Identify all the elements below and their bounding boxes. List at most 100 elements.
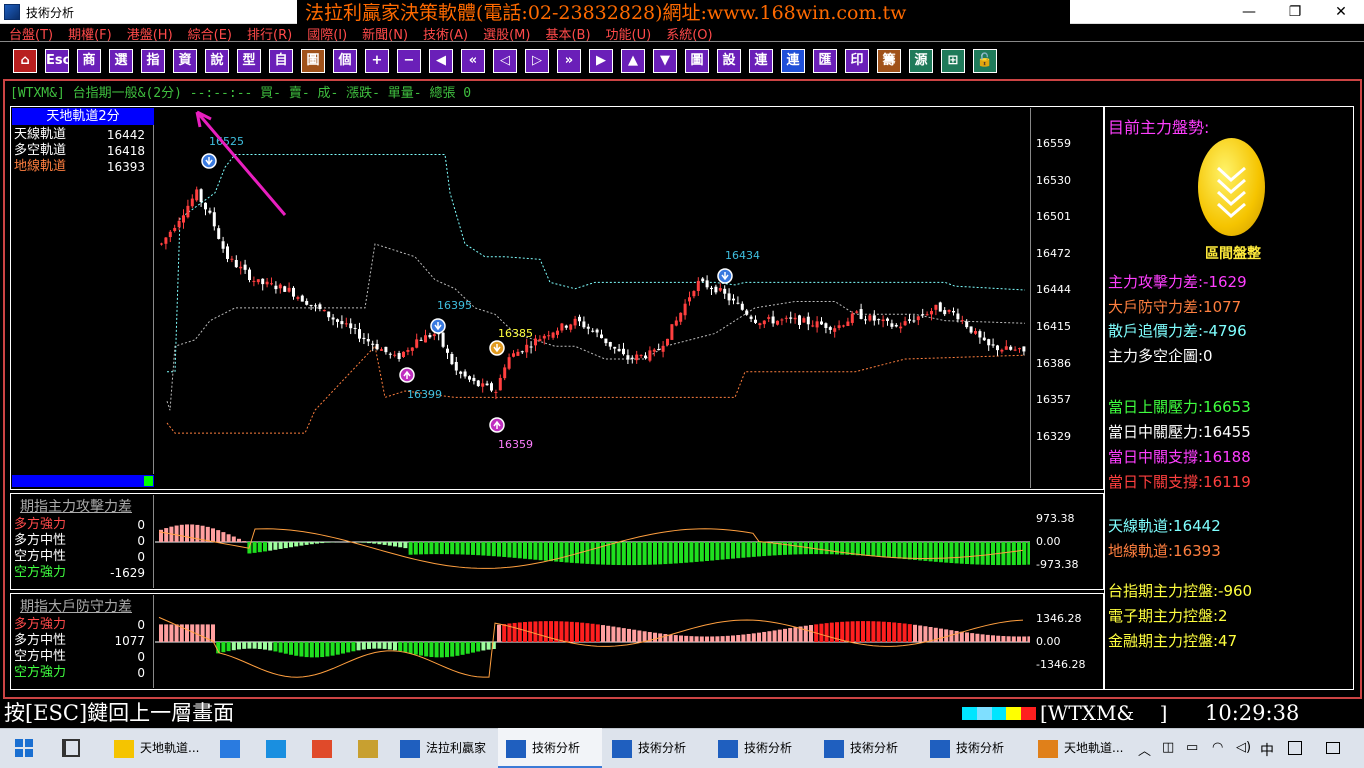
- tray-wifi-icon[interactable]: ◠: [1212, 740, 1223, 755]
- toolbar-button-11[interactable]: +: [365, 49, 389, 73]
- tray-battery-icon[interactable]: ▭: [1186, 740, 1198, 755]
- sub2-bar: [642, 631, 647, 642]
- candlestick: [353, 323, 357, 335]
- banner-text: 法拉利贏家決策軟體(電話:02-23832828)網址:www.168win.c…: [297, 0, 1070, 26]
- sub1-bar: [231, 536, 236, 542]
- stat-row-9: 地線軌道:16393: [1108, 542, 1221, 560]
- tray-chevron-icon[interactable]: ︿: [1138, 740, 1151, 759]
- minimize-button[interactable]: —: [1226, 0, 1272, 24]
- candlestick: [626, 349, 630, 365]
- s6-label: 16434: [725, 249, 760, 262]
- toolbar-button-16[interactable]: ▷: [525, 49, 549, 73]
- toolbar-button-5[interactable]: 資: [173, 49, 197, 73]
- s3-label: 16385: [498, 327, 533, 340]
- toolbar-button-12[interactable]: −: [397, 49, 421, 73]
- toolbar-button-9[interactable]: 圖: [301, 49, 325, 73]
- toolbar-button-10[interactable]: 個: [333, 49, 357, 73]
- sub2-bar: [315, 642, 319, 658]
- taskbar-item-0[interactable]: 天地軌道...: [106, 728, 212, 768]
- taskbar-item-6[interactable]: 技術分析: [498, 728, 602, 768]
- toolbar-button-4[interactable]: 指: [141, 49, 165, 73]
- toolbar-button-3[interactable]: 選: [109, 49, 133, 73]
- toolbar-button-6[interactable]: 說: [205, 49, 229, 73]
- taskbar-item-3[interactable]: [304, 728, 344, 768]
- candlestick: [1018, 347, 1021, 353]
- toolbar-button-14[interactable]: «: [461, 49, 485, 73]
- task-view-icon[interactable]: [62, 739, 80, 757]
- sub2-bar: [517, 622, 522, 642]
- toolbar-button-28[interactable]: 源: [909, 49, 933, 73]
- candlestick: [248, 267, 251, 283]
- sub1-bar: [445, 542, 449, 555]
- sub1-bar: [403, 542, 408, 549]
- candlestick: [806, 312, 810, 331]
- toolbar-button-7[interactable]: 型: [237, 49, 261, 73]
- toolbar-button-29[interactable]: ⊞: [941, 49, 965, 73]
- sub2-bar: [939, 628, 943, 642]
- sub1-bar: [179, 524, 184, 542]
- sub1-bar: [450, 542, 455, 555]
- windows-start-icon[interactable]: [14, 738, 34, 758]
- app-icon: [312, 739, 332, 758]
- indicator-title[interactable]: 天地軌道2分: [12, 108, 154, 125]
- toolbar-button-20[interactable]: ▼: [653, 49, 677, 73]
- sub2-bar: [569, 621, 574, 642]
- toolbar-button-18[interactable]: ▶: [589, 49, 613, 73]
- toolbar-button-23[interactable]: 連: [749, 49, 773, 73]
- toolbar-button-8[interactable]: 自: [269, 49, 293, 73]
- tray-volume-icon[interactable]: ◁): [1236, 740, 1251, 755]
- candlestick: [758, 322, 762, 329]
- candlestick: [886, 317, 889, 326]
- toolbar-button-25[interactable]: 匯: [813, 49, 837, 73]
- sub1-bar: [278, 542, 283, 549]
- toolbar-button-26[interactable]: 印: [845, 49, 869, 73]
- sub2-bar: [741, 634, 746, 642]
- scrollbar-thumb[interactable]: [144, 476, 153, 486]
- toolbar-button-17[interactable]: »: [557, 49, 581, 73]
- sub2-bar: [200, 624, 205, 642]
- legend-value-0: 16442: [106, 128, 145, 142]
- taskbar-label: 技術分析: [956, 741, 1005, 755]
- taskbar-item-4[interactable]: [350, 728, 390, 768]
- taskbar-item-9[interactable]: 技術分析: [816, 728, 920, 768]
- candlestick: [490, 381, 493, 393]
- sub2-bar: [174, 624, 179, 642]
- sub1-bar: [289, 542, 293, 548]
- toolbar-button-0[interactable]: ⌂: [13, 49, 37, 73]
- chart-scrollbar[interactable]: [12, 475, 154, 487]
- toolbar-button-30[interactable]: 🔓: [973, 49, 997, 73]
- taskbar-item-8[interactable]: 技術分析: [710, 728, 814, 768]
- toolbar-button-13[interactable]: ◀: [429, 49, 453, 73]
- toolbar-button-2[interactable]: 商: [77, 49, 101, 73]
- restore-button[interactable]: ❐: [1272, 0, 1318, 24]
- toolbar-button-27[interactable]: 籌: [877, 49, 901, 73]
- sub2-bar: [278, 642, 283, 653]
- candlestick-chart[interactable]: 165251639516385163991635916434: [155, 107, 1030, 477]
- taskbar-item-5[interactable]: 法拉利贏家: [392, 728, 496, 768]
- sub1-label-0: 多方強力: [14, 517, 67, 532]
- toolbar-button-19[interactable]: ▲: [621, 49, 645, 73]
- notification-icon[interactable]: [1326, 742, 1340, 754]
- toolbar-button-21[interactable]: 圖: [685, 49, 709, 73]
- taskbar-item-10[interactable]: 技術分析: [922, 728, 1026, 768]
- taskbar-item-1[interactable]: [212, 728, 252, 768]
- sub1-bar: [263, 542, 267, 552]
- sub2-bar: [1011, 636, 1016, 642]
- ime-indicator[interactable]: 中: [1260, 740, 1274, 760]
- sub2-bar: [668, 634, 673, 642]
- tray-input-icon[interactable]: [1288, 741, 1302, 755]
- tray-device-icon[interactable]: ◫: [1162, 740, 1174, 755]
- taskbar-item-2[interactable]: [258, 728, 298, 768]
- candlestick: [868, 314, 872, 322]
- toolbar-button-24[interactable]: 連: [781, 49, 805, 73]
- toolbar-button-15[interactable]: ◁: [493, 49, 517, 73]
- taskbar-item-7[interactable]: 技術分析: [604, 728, 708, 768]
- candlestick: [322, 309, 326, 312]
- sub1-bar: [855, 542, 860, 556]
- toolbar-button-1[interactable]: Esc: [45, 49, 69, 73]
- close-button[interactable]: ✕: [1318, 0, 1364, 24]
- sub2-bar: [866, 621, 871, 642]
- taskbar-item-11[interactable]: 天地軌道...: [1030, 728, 1136, 768]
- sub1-bar: [408, 542, 413, 555]
- toolbar-button-22[interactable]: 設: [717, 49, 741, 73]
